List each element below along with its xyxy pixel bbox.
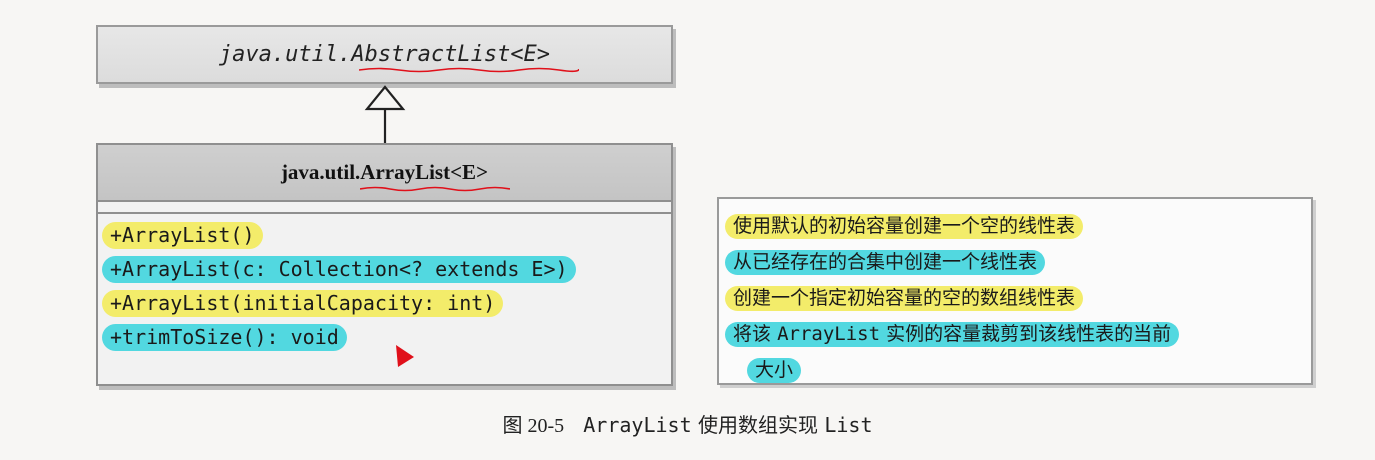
red-underline-annotation <box>358 67 579 73</box>
class-name-header: java.util. ArrayList<E> <box>98 145 671 202</box>
description-line: 将该 ArrayList 实例的容量裁剪到该线性表的当前 <box>725 316 1311 352</box>
method-row: +ArrayList() <box>102 218 671 252</box>
description-box: 使用默认的初始容量创建一个空的线性表 从已经存在的合集中创建一个线性表 创建一个… <box>717 197 1313 385</box>
caption-text: 使用数组实现 <box>697 413 818 437</box>
description-line: 使用默认的初始容量创建一个空的线性表 <box>725 208 1311 244</box>
class-package: java.util. <box>280 160 361 184</box>
superclass-box: java.util.AbstractList<E> <box>96 25 673 84</box>
method-row: +ArrayList(initialCapacity: int) <box>102 286 671 320</box>
figure-number: 图 20-5 <box>502 415 565 437</box>
method-row: +ArrayList(c: Collection<? extends E>) <box>102 252 671 286</box>
description-line: 大小 <box>725 352 1311 388</box>
caption-code-list: List <box>824 413 873 437</box>
inheritance-arrow <box>364 85 406 144</box>
description-line: 创建一个指定初始容量的空的数组线性表 <box>725 280 1311 316</box>
description-line: 从已经存在的合集中创建一个线性表 <box>725 244 1311 280</box>
methods-compartment: +ArrayList() +ArrayList(c: Collection<? … <box>98 214 671 354</box>
arraylist-class-box: java.util. ArrayList<E> +ArrayList() +Arr… <box>96 143 673 386</box>
superclass-name: java.util.AbstractList<E> <box>219 42 579 73</box>
caption-code-arraylist: ArrayList <box>583 413 692 437</box>
method-row: +trimToSize(): void <box>102 320 671 354</box>
red-pointer-icon <box>396 345 414 367</box>
figure-caption: 图 20-5 ArrayList 使用数组实现 List <box>0 409 1375 438</box>
red-underline-annotation <box>360 186 511 192</box>
class-name: ArrayList<E> <box>360 160 511 192</box>
attributes-compartment <box>98 202 671 214</box>
